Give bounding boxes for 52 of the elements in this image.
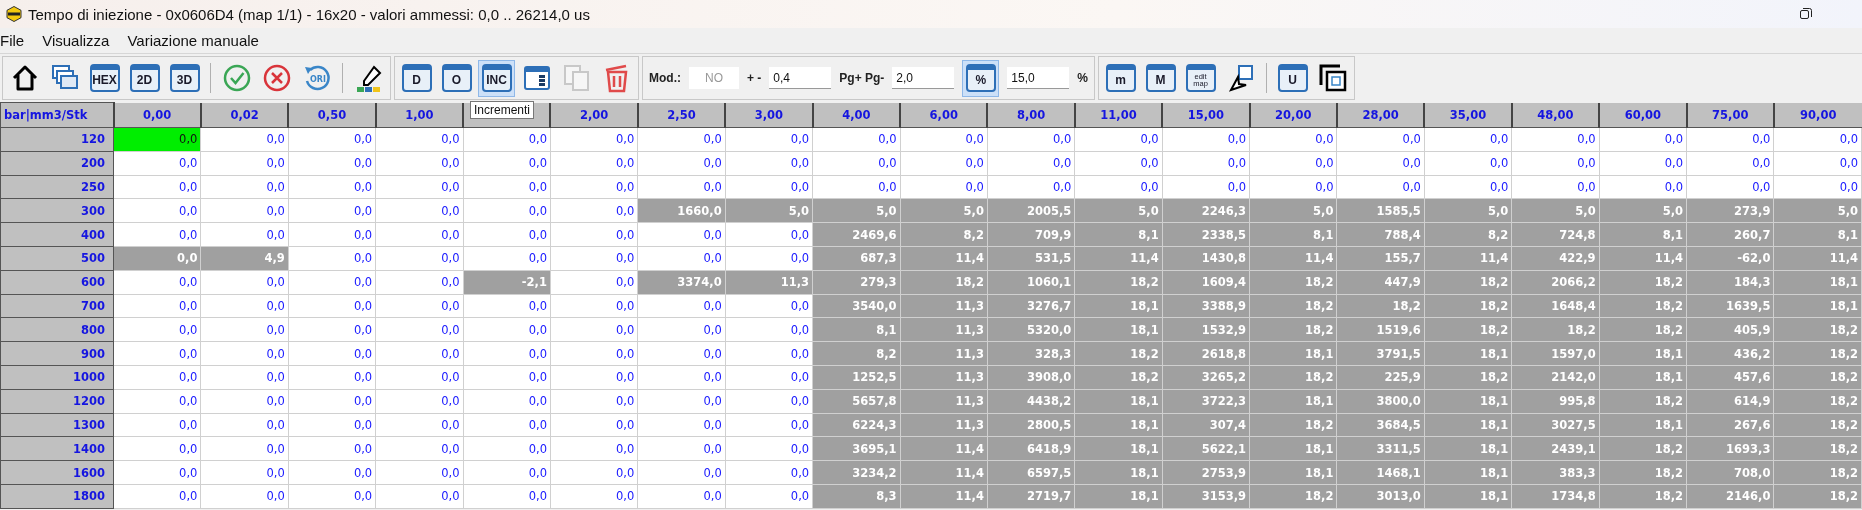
column-header: 0,02 bbox=[200, 102, 289, 128]
column-header: 11,00 bbox=[1074, 102, 1163, 128]
toolbar-label: % bbox=[1077, 71, 1089, 85]
row-header: 400 bbox=[0, 222, 114, 247]
column-header: 0,00 bbox=[113, 102, 201, 128]
column-header: 1,00 bbox=[375, 102, 464, 128]
row-header: 700 bbox=[0, 294, 114, 318]
row-header: 1800 bbox=[0, 484, 114, 509]
row-header: 600 bbox=[0, 270, 114, 295]
column-header: 75,00 bbox=[1686, 102, 1774, 128]
row-header: 120 bbox=[0, 127, 114, 152]
row-header: 1000 bbox=[0, 365, 114, 390]
column-header: 6,00 bbox=[900, 102, 988, 128]
column-header: 3,00 bbox=[725, 102, 813, 128]
column-header: 8,00 bbox=[987, 102, 1075, 128]
column-header: 4,00 bbox=[812, 102, 900, 128]
row-header: 1200 bbox=[0, 389, 114, 414]
tooltip: Incrementi bbox=[470, 101, 535, 119]
column-header: 35,00 bbox=[1424, 102, 1512, 128]
input-field[interactable]: 0,4 bbox=[769, 67, 832, 89]
corner-header: bar|mm3/Stk bbox=[0, 102, 114, 128]
row-header: 500 bbox=[0, 246, 114, 271]
input-field[interactable]: 2,0 bbox=[892, 67, 955, 89]
row-header: 800 bbox=[0, 317, 114, 342]
column-header: 15,00 bbox=[1162, 102, 1250, 128]
row-header: 1400 bbox=[0, 436, 114, 461]
menu-item[interactable]: Variazione manuale bbox=[127, 32, 259, 49]
row-header: 300 bbox=[0, 198, 114, 223]
row-header: 1300 bbox=[0, 413, 114, 437]
column-header: 48,00 bbox=[1511, 102, 1600, 128]
toolbar-button[interactable]: % bbox=[962, 59, 1000, 97]
row-header: 200 bbox=[0, 151, 114, 176]
column-header: 60,00 bbox=[1599, 102, 1687, 128]
column-header: 2,50 bbox=[637, 102, 726, 128]
menu-item[interactable]: Visualizza bbox=[42, 32, 110, 49]
toolbar-label: + - bbox=[747, 71, 762, 85]
toolbar-label: Pg+ Pg- bbox=[839, 71, 885, 85]
column-header: 20,00 bbox=[1249, 102, 1337, 128]
column-header: 0,50 bbox=[288, 102, 376, 128]
row-header: 900 bbox=[0, 341, 114, 366]
toolbar-button[interactable]: INC bbox=[478, 59, 515, 97]
column-header: 2,00 bbox=[550, 102, 638, 128]
column-header: 90,00 bbox=[1773, 102, 1862, 128]
toolbar-label: Mod.: bbox=[649, 71, 681, 85]
input-field[interactable]: 15,0 bbox=[1007, 67, 1070, 89]
column-header: 28,00 bbox=[1336, 102, 1425, 128]
window-title: Tempo di iniezione - 0x0606D4 (map 1/1) - 16x20 - valori ammessi: 0,0 .. 26214,0 us bbox=[28, 5, 590, 23]
restore-icon[interactable] bbox=[1800, 8, 1812, 20]
app-logo-icon bbox=[6, 6, 22, 22]
row-header: 250 bbox=[0, 175, 114, 199]
menu-item[interactable]: File bbox=[0, 32, 25, 49]
row-header: 1600 bbox=[0, 460, 114, 485]
